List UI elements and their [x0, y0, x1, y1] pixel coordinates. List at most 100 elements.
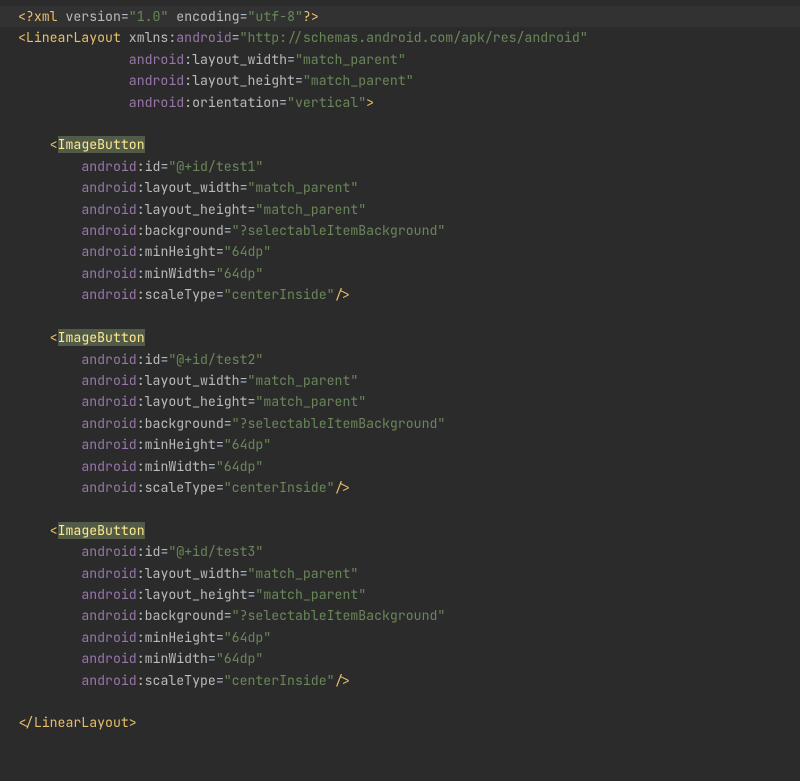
- code-token: "centerInside": [224, 286, 335, 303]
- highlighted-tag: ImageButton: [58, 329, 145, 346]
- code-token: :layout_width: [184, 51, 287, 68]
- code-token: =: [240, 372, 248, 389]
- code-token: android: [81, 179, 136, 196]
- code-token: :background: [137, 222, 224, 239]
- code-line: android:background="?selectableItemBackg…: [0, 413, 800, 434]
- code-line: android:id="@+id/test3": [0, 541, 800, 562]
- code-token: </LinearLayout>: [18, 714, 137, 731]
- code-token: :layout_width: [137, 372, 240, 389]
- code-token: android: [81, 351, 136, 368]
- code-token: "utf-8": [248, 8, 303, 25]
- code-token: android: [129, 51, 184, 68]
- code-token: android: [81, 458, 136, 475]
- code-editor[interactable]: <?xml version="1.0" encoding="utf-8"?><L…: [0, 0, 800, 734]
- code-line: android:minWidth="64dp": [0, 648, 800, 669]
- code-token: "64dp": [224, 629, 271, 646]
- code-token: />: [335, 479, 351, 496]
- code-token: <: [50, 522, 58, 539]
- code-token: :layout_height: [137, 586, 248, 603]
- code-token: :minHeight: [137, 243, 216, 260]
- code-token: "64dp": [224, 436, 271, 453]
- code-token: "64dp": [216, 650, 263, 667]
- code-line: <LinearLayout xmlns:android="http://sche…: [0, 27, 800, 48]
- code-token: =: [121, 8, 129, 25]
- code-line: android:minHeight="64dp": [0, 434, 800, 455]
- code-token: "?selectableItemBackground": [232, 607, 446, 624]
- code-line: android:layout_width="match_parent": [0, 177, 800, 198]
- code-token: ImageButton: [58, 136, 145, 153]
- code-token: ImageButton: [58, 522, 145, 539]
- code-token: :scaleType: [137, 479, 216, 496]
- code-token: =: [216, 672, 224, 689]
- code-token: :minHeight: [137, 436, 216, 453]
- code-line: [0, 498, 800, 519]
- code-token: "64dp": [216, 458, 263, 475]
- code-token: <: [50, 136, 58, 153]
- code-token: >: [366, 94, 374, 111]
- code-token: "?selectableItemBackground": [232, 222, 446, 239]
- code-token: "centerInside": [224, 672, 335, 689]
- code-line: android:background="?selectableItemBackg…: [0, 220, 800, 241]
- code-token: android: [81, 479, 136, 496]
- code-token: =: [216, 629, 224, 646]
- code-token: android: [81, 243, 136, 260]
- code-token: "match_parent": [248, 372, 359, 389]
- code-line: [0, 306, 800, 327]
- code-token: "vertical": [287, 94, 366, 111]
- code-token: android: [81, 672, 136, 689]
- code-token: "match_parent": [255, 586, 366, 603]
- code-token: :background: [137, 607, 224, 624]
- code-token: =: [224, 415, 232, 432]
- code-token: "match_parent": [248, 565, 359, 582]
- code-token: encoding: [176, 8, 239, 25]
- code-line: android:orientation="vertical">: [0, 92, 800, 113]
- code-line: android:minHeight="64dp": [0, 627, 800, 648]
- code-line: android:scaleType="centerInside"/>: [0, 477, 800, 498]
- code-token: =: [224, 607, 232, 624]
- code-token: "centerInside": [224, 479, 335, 496]
- code-token: :orientation: [184, 94, 279, 111]
- code-token: =: [279, 94, 287, 111]
- code-token: =: [240, 8, 248, 25]
- code-token: :layout_height: [184, 72, 295, 89]
- code-token: "@+id/test2": [168, 351, 263, 368]
- code-token: :minWidth: [137, 265, 208, 282]
- code-line: android:layout_height="match_parent": [0, 391, 800, 412]
- code-token: "match_parent": [295, 51, 406, 68]
- highlighted-tag: ImageButton: [58, 136, 145, 153]
- code-token: =: [240, 565, 248, 582]
- code-line: android:layout_width="match_parent": [0, 49, 800, 70]
- code-token: android: [81, 201, 136, 218]
- code-token: =: [287, 51, 295, 68]
- code-token: =: [295, 72, 303, 89]
- code-line: android:minWidth="64dp": [0, 456, 800, 477]
- code-token: android: [81, 607, 136, 624]
- code-line: [0, 691, 800, 712]
- code-token: android: [81, 372, 136, 389]
- code-token: :layout_width: [137, 565, 240, 582]
- code-token: :layout_height: [137, 393, 248, 410]
- code-token: :background: [137, 415, 224, 432]
- code-token: android: [176, 29, 231, 46]
- code-line: <ImageButton: [0, 134, 800, 155]
- code-token: android: [81, 222, 136, 239]
- code-line: <ImageButton: [0, 520, 800, 541]
- code-token: "@+id/test3": [168, 543, 263, 560]
- code-token: :layout_height: [137, 201, 248, 218]
- code-token: android: [81, 436, 136, 453]
- code-line: [0, 113, 800, 134]
- code-line: android:scaleType="centerInside"/>: [0, 670, 800, 691]
- code-token: "match_parent": [255, 201, 366, 218]
- code-token: "1.0": [129, 8, 169, 25]
- code-line: android:id="@+id/test2": [0, 349, 800, 370]
- code-token: <: [50, 329, 58, 346]
- code-token: ImageButton: [58, 329, 145, 346]
- code-token: <?xml: [18, 8, 65, 25]
- code-line: </LinearLayout>: [0, 712, 800, 733]
- code-token: =: [216, 436, 224, 453]
- code-line: android:layout_height="match_parent": [0, 70, 800, 91]
- code-token: ?>: [303, 8, 319, 25]
- highlighted-tag: ImageButton: [58, 522, 145, 539]
- code-line: <ImageButton: [0, 327, 800, 348]
- code-token: :minWidth: [137, 650, 208, 667]
